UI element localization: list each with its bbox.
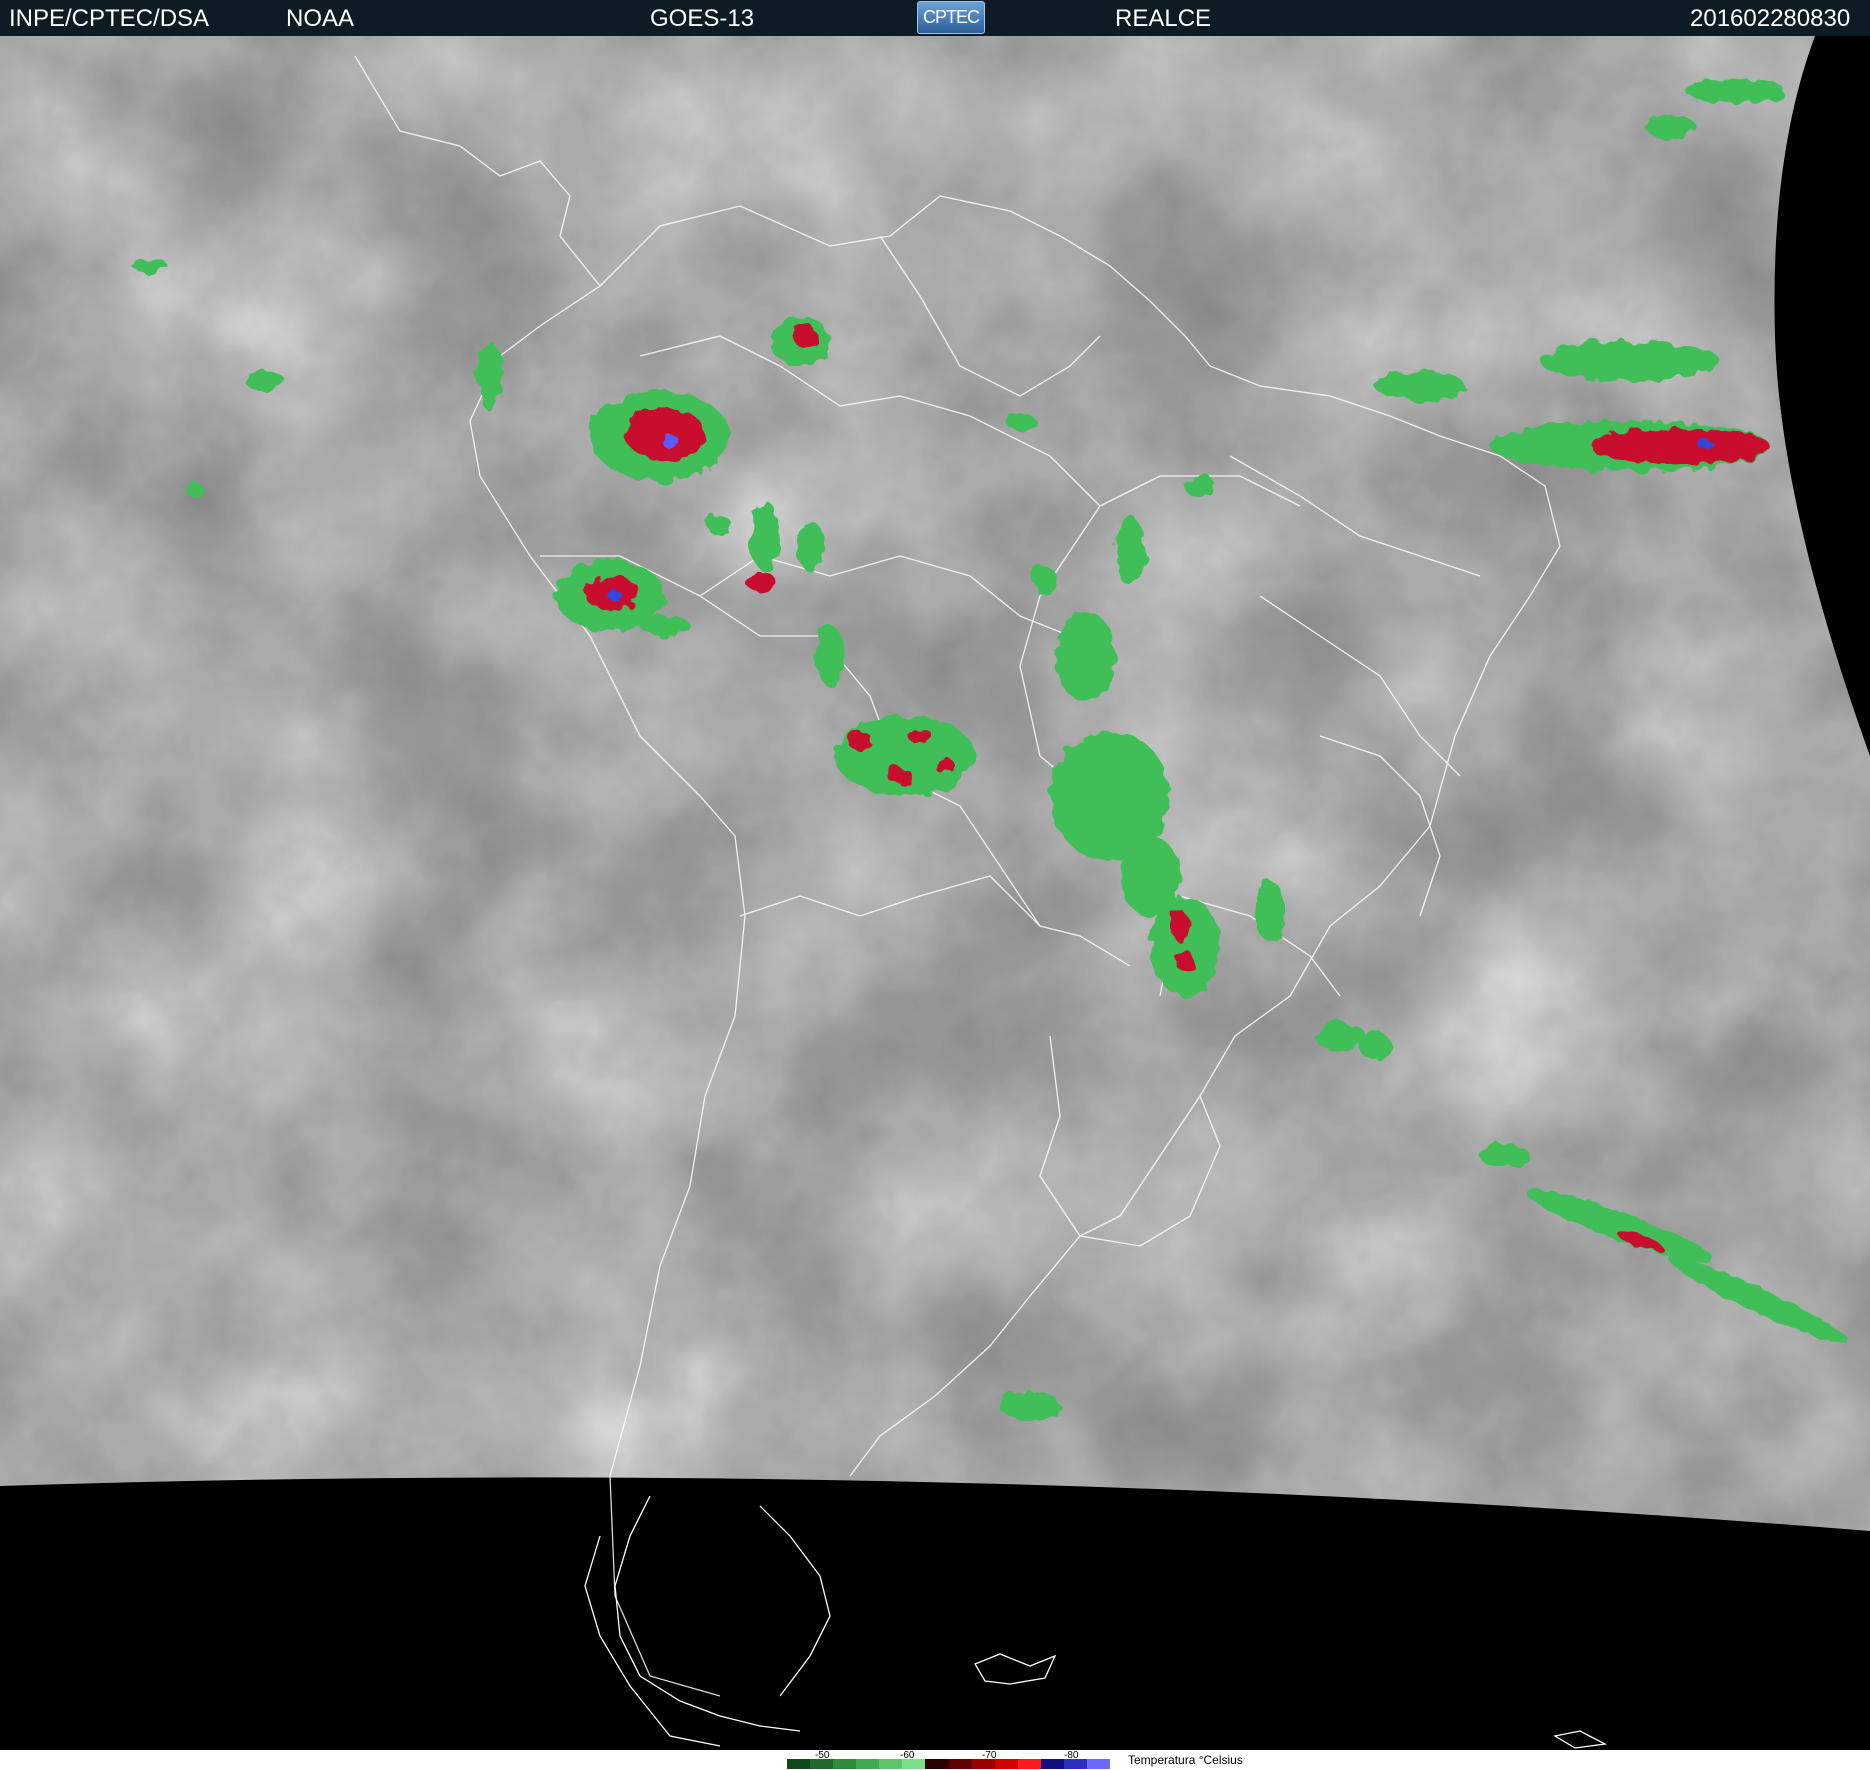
timestamp-label: 201602280830 <box>1690 5 1851 32</box>
color-swatch <box>810 1759 834 1769</box>
temperature-legend: -50 -60 -70 -80 Temperatura °Celsius <box>0 1750 1870 1770</box>
cptec-logo: CPTEC <box>917 1 985 34</box>
color-swatch <box>1087 1759 1111 1769</box>
color-swatch <box>833 1759 857 1769</box>
color-swatch <box>856 1759 880 1769</box>
color-swatch <box>1040 1759 1064 1769</box>
color-swatch <box>925 1759 949 1769</box>
partner-label: NOAA <box>286 5 355 32</box>
color-swatch <box>787 1759 811 1769</box>
color-swatch <box>948 1759 972 1769</box>
product-label: REALCE <box>1115 5 1212 32</box>
satellite-label: GOES-13 <box>650 5 755 32</box>
color-swatch <box>971 1759 995 1769</box>
space-bottom <box>0 1477 1870 1750</box>
color-swatch <box>994 1759 1018 1769</box>
color-swatch <box>902 1759 926 1769</box>
color-scale <box>787 1759 1111 1769</box>
legend-title: Temperatura °Celsius <box>1128 1753 1243 1767</box>
color-swatch <box>879 1759 903 1769</box>
color-swatch <box>1017 1759 1041 1769</box>
image-header: INPE/CPTEC/DSA NOAA GOES-13 CPTEC REALCE… <box>0 0 1870 36</box>
color-swatch <box>1063 1759 1088 1769</box>
satellite-map <box>0 36 1870 1750</box>
agency-label: INPE/CPTEC/DSA <box>9 5 210 32</box>
